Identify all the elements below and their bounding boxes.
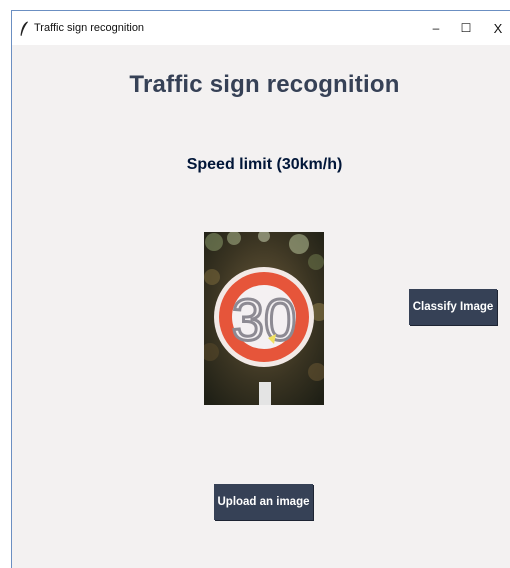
- prediction-label: Speed limit (30km/h): [186, 156, 343, 173]
- app-window: Traffic sign recognition – ☐ X Traffic s…: [11, 10, 510, 568]
- minimize-icon: –: [432, 21, 440, 35]
- close-icon: X: [493, 20, 503, 36]
- maximize-icon: ☐: [460, 21, 472, 35]
- page-title: Traffic sign recognition: [129, 71, 400, 98]
- close-button[interactable]: X: [482, 11, 510, 45]
- classify-image-button[interactable]: Classify Image: [409, 289, 497, 325]
- sign-speed-number: 30: [232, 288, 297, 353]
- title-bar: Traffic sign recognition – ☐ X: [12, 11, 510, 45]
- traffic-sign-image: 30: [204, 232, 324, 405]
- window-title: Traffic sign recognition: [34, 22, 145, 34]
- sign-photo: 30: [204, 232, 324, 405]
- feather-icon: [20, 21, 28, 36]
- maximize-button[interactable]: ☐: [450, 11, 482, 45]
- minimize-button[interactable]: –: [420, 11, 452, 45]
- upload-image-button[interactable]: Upload an image: [214, 484, 313, 520]
